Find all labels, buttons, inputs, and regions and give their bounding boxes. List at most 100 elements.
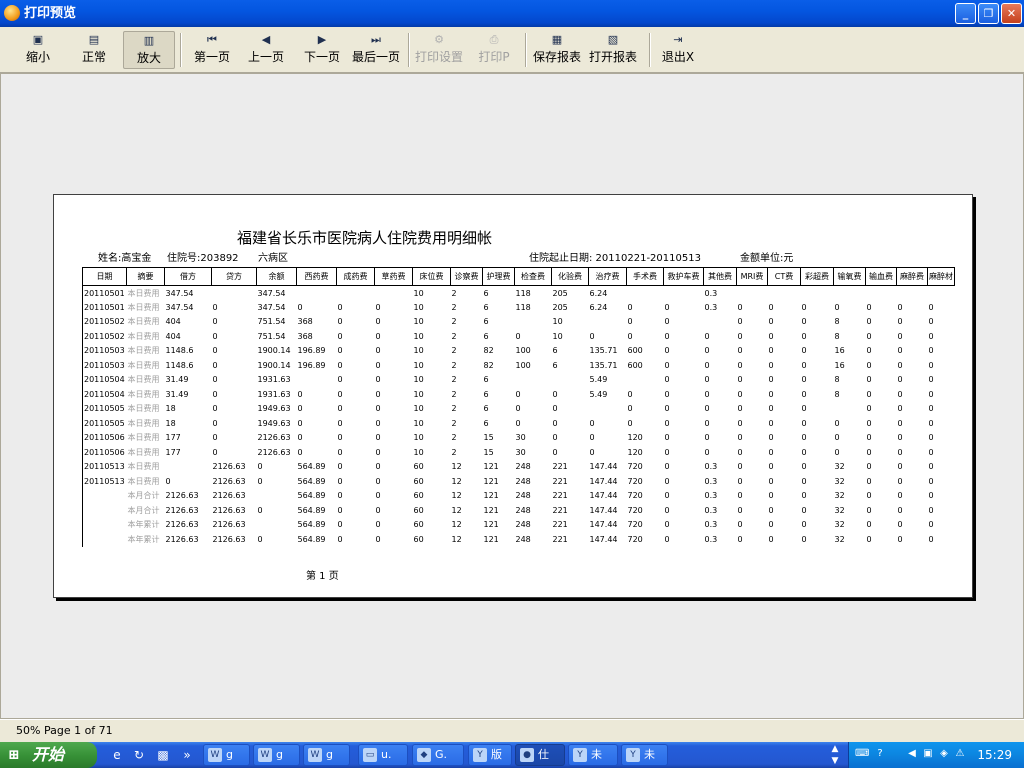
toolbar-button-6[interactable]: ⏭ 最后一页 <box>350 31 402 69</box>
taskbar-button[interactable]: Wg <box>303 744 350 766</box>
volume-icon[interactable]: ◈ <box>937 747 951 761</box>
table-cell: 120 <box>627 447 643 457</box>
table-row: 20110505 本日费用 18 0 1949.63 0 0 0 10 2 6 0 0 0 0 0 0 0 0 0 0 0 <box>82 401 955 416</box>
table-cell: 8 <box>834 317 840 327</box>
toolbar-button-5[interactable]: ▶ 下一页 <box>300 31 344 69</box>
table-cell: 本日费用 <box>127 375 160 385</box>
table-cell: 0 <box>737 389 743 399</box>
table-cell: 0 <box>737 375 743 385</box>
toolbar-button-9[interactable]: ▦ 保存报表 <box>531 31 583 69</box>
table-cell: 0 <box>552 447 558 457</box>
keyboard-icon[interactable]: ⌨ <box>855 747 869 761</box>
column-header: MRI费 <box>736 267 768 286</box>
toolbar-button-2[interactable]: ▥ 放大 <box>123 31 175 69</box>
table-cell: 121 <box>483 505 499 515</box>
folder-icon: ▭ <box>363 748 377 762</box>
table-cell: 0 <box>257 462 263 472</box>
table-cell: 32 <box>834 505 845 515</box>
table-cell: 0 <box>768 534 774 544</box>
toolbar-button-11[interactable]: ⇥ 退出X <box>659 31 697 69</box>
taskbar-button[interactable]: Y版 <box>468 744 512 766</box>
taskbar-button[interactable]: ● 仕 <box>515 744 565 766</box>
table-cell: 0 <box>664 462 670 472</box>
taskbar-button-label: u. <box>381 748 392 761</box>
table-row: 20110504 本日费用 31.49 0 1931.63 0 0 0 10 2 6 0 0 5.49 0 0… <box>82 387 955 402</box>
toolbar-button-label: 打印设置 <box>414 50 463 64</box>
table-cell <box>664 286 704 301</box>
table-cell: 12 <box>451 534 462 544</box>
toolbar-button-8[interactable]: ⎙ 打印P <box>476 31 512 69</box>
table-cell <box>627 286 664 301</box>
help-icon[interactable]: ? <box>873 747 887 761</box>
table-cell: 12 <box>451 505 462 515</box>
table-cell: 2126.63 <box>165 491 199 501</box>
taskbar-button[interactable]: Y未 <box>621 744 668 766</box>
table-cell: 0 <box>337 375 343 385</box>
table-cell: 0 <box>337 331 343 341</box>
table-cell: 751.54 <box>257 317 286 327</box>
table-cell: 0 <box>928 447 934 457</box>
app-icon: Y <box>573 748 587 762</box>
table-cell: 196.89 <box>297 346 326 356</box>
taskbar-button[interactable]: Y未 <box>568 744 618 766</box>
table-cell: 0 <box>375 404 381 414</box>
taskbar-button[interactable]: Wg <box>253 744 300 766</box>
table-cell: 20110505 <box>82 401 127 416</box>
back-arrow-icon[interactable]: ◀ <box>905 747 919 761</box>
toolbar-button-10[interactable]: ▧ 打开报表 <box>587 31 639 69</box>
table-cell: 0 <box>375 433 381 443</box>
table-cell <box>801 286 834 301</box>
table-cell: 0 <box>212 389 218 399</box>
normal-view-icon: ▤ <box>88 33 100 46</box>
table-cell: 248 <box>515 476 531 486</box>
taskbar-button[interactable]: Wg <box>203 744 250 766</box>
word-icon: W <box>258 748 272 762</box>
zoom-out-icon: ▣ <box>32 33 44 46</box>
ie-icon[interactable]: e <box>108 746 126 764</box>
word-icon: W <box>208 748 222 762</box>
table-cell: 0 <box>337 346 343 356</box>
network-icon[interactable]: ▣ <box>921 747 935 761</box>
maximize-button[interactable]: ❐ <box>978 3 999 24</box>
table-row: 20110503 本日费用 1148.6 0 1900.14 196.89 0 0 10 2 82 1… <box>82 358 955 373</box>
taskbar-button[interactable]: ◆ G. <box>412 744 464 766</box>
page-indicator: Page 1 of 71 <box>43 724 113 737</box>
table-cell: 0 <box>768 317 774 327</box>
taskbar-button[interactable]: ▭ u. <box>358 744 408 766</box>
table-row: 20110506 本日费用 177 0 2126.63 0 0 0 10 2 15 30 0 0 120 0 0… <box>82 430 955 445</box>
preview-area[interactable]: 福建省长乐市医院病人住院费用明细帐 姓名:高宝金 住院号:203892 六病区 … <box>0 73 1024 719</box>
table-cell: 0 <box>801 505 807 515</box>
system-tray: ⌨ ? ◀ ▣ ◈ ⚠ 15:29 <box>848 742 1024 768</box>
title-bar[interactable]: 打印预览 _ ❐ ✕ <box>0 0 1024 27</box>
table-cell: 0 <box>897 331 903 341</box>
table-cell: 221 <box>552 520 568 530</box>
toolbar: ▣ 缩小 ▤ 正常 ▥ 放大 ⏮ 第一页 ◀ 上一页 ▶ 下一页 ⏭ 最后一页 ⚙ 打印设置 ⎙ 打印P ▦ 保存报表… <box>0 27 1024 73</box>
table-cell: 本日费用 <box>127 433 160 443</box>
toolbar-button-7[interactable]: ⚙ 打印设置 <box>412 31 466 69</box>
table-cell: 720 <box>627 476 643 486</box>
toolbar-button-4[interactable]: ◀ 上一页 <box>244 31 288 69</box>
table-cell: 0 <box>897 360 903 370</box>
toolbar-button-0[interactable]: ▣ 缩小 <box>20 31 56 69</box>
taskbar-scroll-arrows-icon[interactable]: ▲ ▼ <box>828 743 842 767</box>
table-cell: 0 <box>664 346 670 356</box>
table-cell: 0 <box>768 346 774 356</box>
table-cell: 0 <box>664 476 670 486</box>
table-cell: 1931.63 <box>257 389 291 399</box>
image-icon[interactable]: ▩ <box>154 746 172 764</box>
start-button[interactable]: ⊞ 开始 <box>0 742 97 768</box>
security-icon[interactable]: ⚠ <box>953 747 967 761</box>
table-cell <box>704 315 737 330</box>
minimize-button[interactable]: _ <box>955 3 976 24</box>
close-button[interactable]: ✕ <box>1001 3 1022 24</box>
more-icon[interactable]: » <box>178 746 196 764</box>
table-cell: 0.3 <box>704 520 718 530</box>
table-cell: 60 <box>413 505 424 515</box>
report-title: 福建省长乐市医院病人住院费用明细帐 <box>237 229 493 247</box>
table-cell: 0 <box>866 447 872 457</box>
table-cell <box>866 286 897 301</box>
refresh-icon[interactable]: ↻ <box>130 746 148 764</box>
toolbar-button-1[interactable]: ▤ 正常 <box>76 31 112 69</box>
toolbar-button-3[interactable]: ⏮ 第一页 <box>190 31 234 69</box>
table-cell: 本年累计 <box>127 520 160 530</box>
